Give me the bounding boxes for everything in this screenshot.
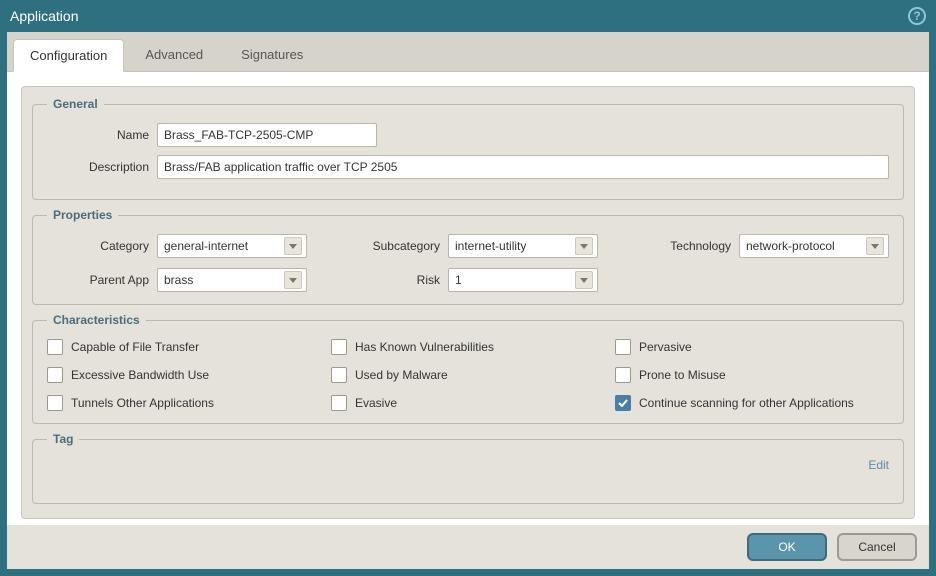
chk-known-vuln-label: Has Known Vulnerabilities bbox=[355, 340, 494, 354]
parent-app-value: brass bbox=[164, 273, 193, 287]
fieldset-characteristics: Characteristics Capable of File Transfer… bbox=[32, 313, 904, 424]
fieldset-general: General Name Description bbox=[32, 97, 904, 200]
help-icon[interactable]: ? bbox=[908, 7, 926, 25]
chevron-down-icon bbox=[575, 271, 593, 289]
content-wrap: Configuration Advanced Signatures Genera… bbox=[7, 32, 929, 569]
legend-properties: Properties bbox=[47, 208, 118, 222]
name-label: Name bbox=[47, 128, 157, 142]
risk-value: 1 bbox=[455, 273, 462, 287]
chk-pervasive-label: Pervasive bbox=[639, 340, 692, 354]
risk-select[interactable]: 1 bbox=[448, 268, 598, 292]
fieldset-properties: Properties Category general-internet Sub… bbox=[32, 208, 904, 305]
chevron-down-icon bbox=[866, 237, 884, 255]
subcategory-value: internet-utility bbox=[455, 239, 526, 253]
ok-button[interactable]: OK bbox=[747, 533, 827, 561]
chk-tunnels[interactable]: Tunnels Other Applications bbox=[47, 395, 321, 411]
parent-app-select[interactable]: brass bbox=[157, 268, 307, 292]
technology-select[interactable]: network-protocol bbox=[739, 234, 889, 258]
tab-configuration[interactable]: Configuration bbox=[13, 39, 124, 72]
parent-app-label: Parent App bbox=[47, 273, 157, 287]
description-label: Description bbox=[47, 160, 157, 174]
tab-body: General Name Description Properties Cate… bbox=[7, 71, 929, 525]
subcategory-label: Subcategory bbox=[338, 239, 448, 253]
checkbox-icon bbox=[47, 339, 63, 355]
fieldset-tag: Tag Edit bbox=[32, 432, 904, 504]
chk-continue-scan[interactable]: Continue scanning for other Applications bbox=[615, 395, 889, 411]
checkbox-icon bbox=[331, 395, 347, 411]
checkbox-icon bbox=[615, 339, 631, 355]
checkbox-icon bbox=[47, 395, 63, 411]
tab-signatures[interactable]: Signatures bbox=[224, 38, 320, 71]
chk-pervasive[interactable]: Pervasive bbox=[615, 339, 889, 355]
chevron-down-icon bbox=[284, 271, 302, 289]
chk-continue-scan-label: Continue scanning for other Applications bbox=[639, 396, 854, 410]
chevron-down-icon bbox=[284, 237, 302, 255]
checkbox-icon bbox=[615, 367, 631, 383]
chk-known-vuln[interactable]: Has Known Vulnerabilities bbox=[331, 339, 605, 355]
window-title: Application bbox=[10, 8, 79, 24]
chk-tunnels-label: Tunnels Other Applications bbox=[71, 396, 214, 410]
chk-file-transfer[interactable]: Capable of File Transfer bbox=[47, 339, 321, 355]
cancel-button[interactable]: Cancel bbox=[837, 533, 917, 561]
checkbox-icon bbox=[47, 367, 63, 383]
tab-bar: Configuration Advanced Signatures bbox=[7, 32, 929, 71]
chk-evasive-label: Evasive bbox=[355, 396, 397, 410]
category-select[interactable]: general-internet bbox=[157, 234, 307, 258]
tag-edit-link[interactable]: Edit bbox=[868, 458, 889, 472]
footer: OK Cancel bbox=[7, 525, 929, 569]
checkbox-icon bbox=[331, 367, 347, 383]
technology-value: network-protocol bbox=[746, 239, 835, 253]
description-input[interactable] bbox=[157, 155, 889, 179]
legend-tag: Tag bbox=[47, 432, 79, 446]
chk-malware[interactable]: Used by Malware bbox=[331, 367, 605, 383]
chk-misuse-label: Prone to Misuse bbox=[639, 368, 726, 382]
chk-evasive[interactable]: Evasive bbox=[331, 395, 605, 411]
tab-advanced[interactable]: Advanced bbox=[128, 38, 220, 71]
chk-bandwidth[interactable]: Excessive Bandwidth Use bbox=[47, 367, 321, 383]
legend-characteristics: Characteristics bbox=[47, 313, 146, 327]
category-label: Category bbox=[47, 239, 157, 253]
inner-panel: General Name Description Properties Cate… bbox=[21, 86, 915, 519]
application-window: Application ? Configuration Advanced Sig… bbox=[0, 0, 936, 576]
category-value: general-internet bbox=[164, 239, 248, 253]
subcategory-select[interactable]: internet-utility bbox=[448, 234, 598, 258]
checkbox-icon bbox=[331, 339, 347, 355]
chevron-down-icon bbox=[575, 237, 593, 255]
checkbox-icon bbox=[615, 395, 631, 411]
titlebar: Application ? bbox=[0, 0, 936, 32]
chk-malware-label: Used by Malware bbox=[355, 368, 448, 382]
risk-label: Risk bbox=[338, 273, 448, 287]
legend-general: General bbox=[47, 97, 104, 111]
chk-file-transfer-label: Capable of File Transfer bbox=[71, 340, 199, 354]
chk-misuse[interactable]: Prone to Misuse bbox=[615, 367, 889, 383]
name-input[interactable] bbox=[157, 123, 377, 147]
technology-label: Technology bbox=[629, 239, 739, 253]
chk-bandwidth-label: Excessive Bandwidth Use bbox=[71, 368, 209, 382]
